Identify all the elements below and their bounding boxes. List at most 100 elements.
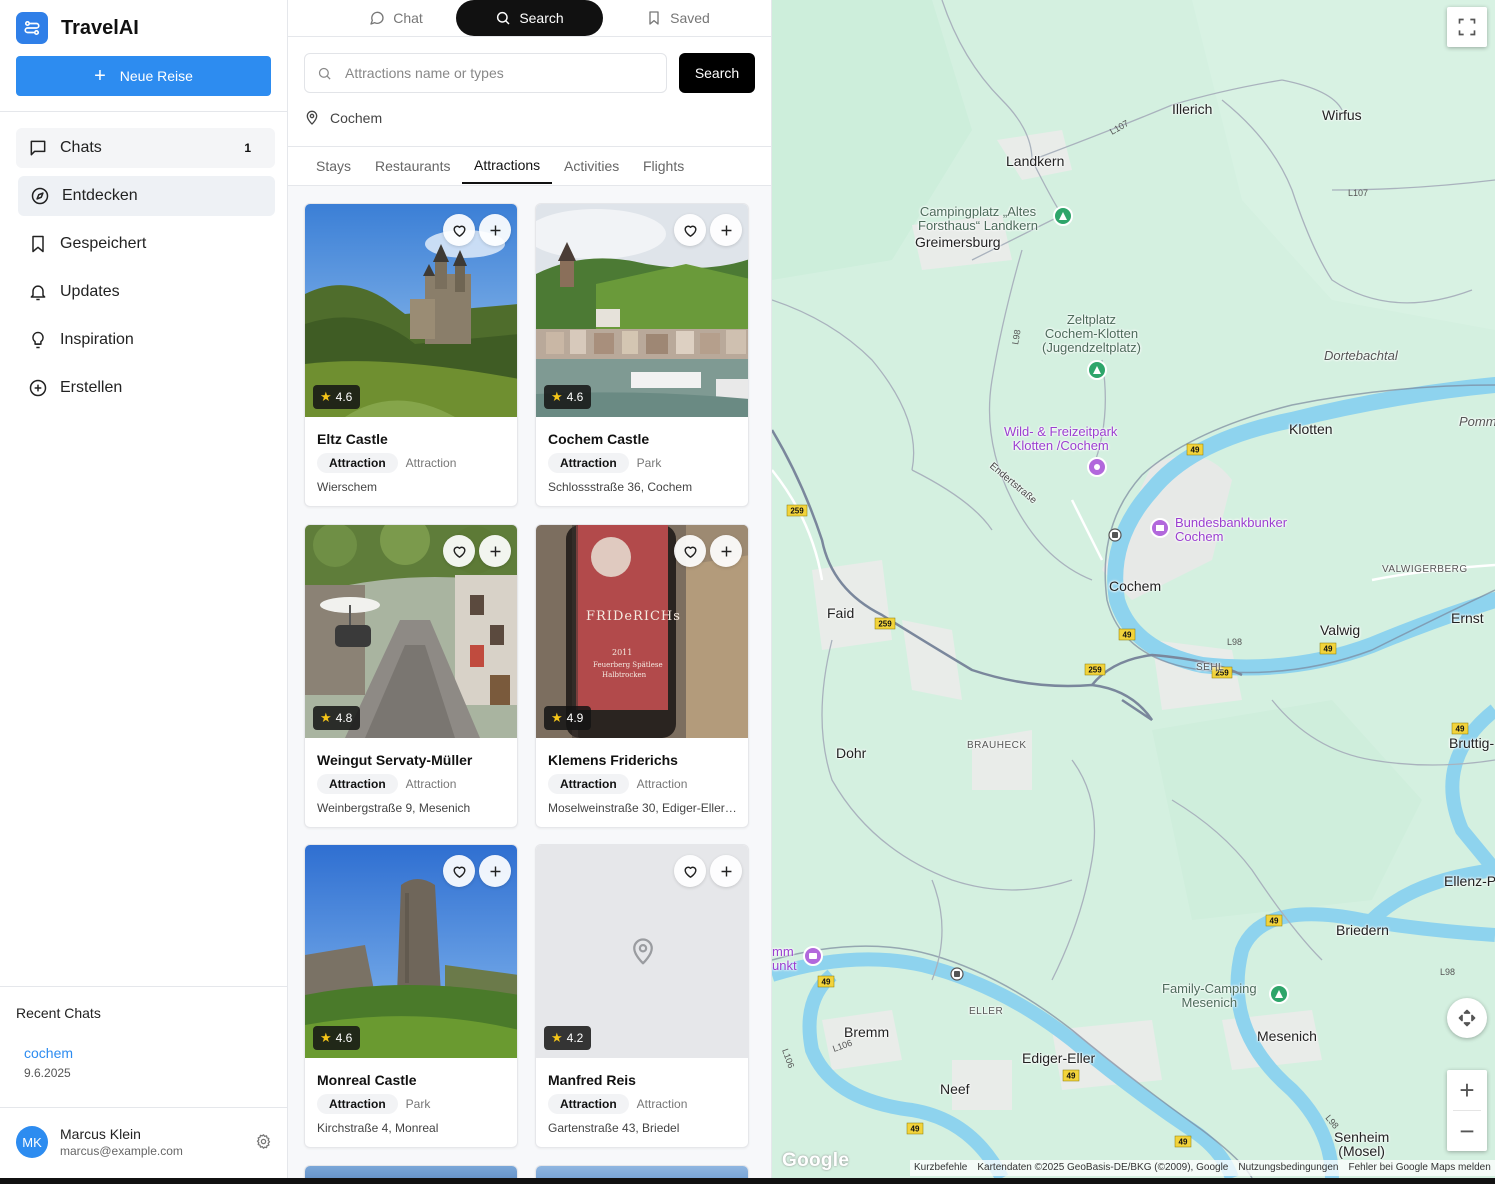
sidebar: TravelAI + Neue Reise Chats 1 Entdecken … bbox=[0, 0, 288, 1178]
attraction-address: Schlossstraße 36, Cochem bbox=[548, 480, 693, 494]
add-to-trip-button[interactable] bbox=[479, 855, 511, 887]
sidebar-item-entdecken[interactable]: Entdecken bbox=[18, 176, 275, 216]
attraction-card[interactable]: ★ 4.8 Weingut Servaty-Müller Attraction A… bbox=[304, 524, 518, 828]
sidebar-item-label: Inspiration bbox=[60, 331, 134, 348]
attraction-address: Kirchstraße 4, Monreal bbox=[317, 1121, 439, 1135]
heart-icon bbox=[683, 546, 697, 558]
plus-circle-icon bbox=[29, 379, 47, 397]
new-trip-label: Neue Reise bbox=[119, 68, 193, 84]
tab-flights[interactable]: Flights bbox=[643, 147, 684, 184]
fullscreen-button[interactable] bbox=[1447, 7, 1487, 47]
search-input[interactable] bbox=[345, 65, 645, 81]
sidebar-item-erstellen[interactable]: Erstellen bbox=[16, 368, 275, 408]
sidebar-item-gespeichert[interactable]: Gespeichert bbox=[16, 224, 275, 264]
map-place-label: Cochem bbox=[1109, 578, 1162, 594]
map[interactable]: 259 259 259 259 49 49 49 49 49 49 49 49 … bbox=[772, 0, 1495, 1178]
gear-icon[interactable] bbox=[255, 1133, 272, 1150]
rating-value: 4.8 bbox=[335, 711, 353, 725]
rating-badge: ★ 4.6 bbox=[544, 385, 592, 409]
zoom-in-button[interactable]: + bbox=[1447, 1070, 1487, 1110]
category-tag: Attraction bbox=[548, 774, 629, 794]
road-label: 49 bbox=[1067, 1072, 1076, 1081]
sidebar-item-inspiration[interactable]: Inspiration bbox=[16, 320, 275, 360]
campsite-marker-icon[interactable] bbox=[1053, 206, 1073, 226]
recent-chat-item[interactable]: cochem 9.6.2025 bbox=[24, 1045, 73, 1080]
keyboard-shortcuts-link[interactable]: Kurzbefehle bbox=[914, 1162, 967, 1174]
attraction-card[interactable]: ★ 4.6 Monreal Castle Attraction Park Kirc… bbox=[304, 844, 518, 1148]
sidebar-item-chats[interactable]: Chats 1 bbox=[16, 128, 275, 168]
tab-stays[interactable]: Stays bbox=[316, 147, 351, 184]
map-place-label: Landkern bbox=[1006, 153, 1065, 169]
transit-marker-icon[interactable] bbox=[950, 967, 964, 981]
search-panel: Chat Search Saved Search Cochem Stays Re… bbox=[288, 0, 772, 1178]
viewpoint-marker-icon[interactable] bbox=[803, 946, 823, 966]
sidebar-item-updates[interactable]: Updates bbox=[16, 272, 275, 312]
location-filter[interactable]: Cochem bbox=[304, 110, 382, 126]
map-place-label: Faid bbox=[827, 605, 855, 621]
add-to-trip-button[interactable] bbox=[710, 535, 742, 567]
sidebar-item-label: Gespeichert bbox=[60, 235, 147, 252]
map-place-label: Dortebachtal bbox=[1324, 348, 1398, 363]
search-button[interactable]: Search bbox=[679, 53, 755, 93]
bell-icon bbox=[30, 285, 46, 301]
divider bbox=[0, 1107, 287, 1108]
favorite-button[interactable] bbox=[674, 855, 706, 887]
road-label: L107 bbox=[1348, 188, 1368, 198]
map-poi-label: mm unkt bbox=[772, 944, 797, 973]
add-to-trip-button[interactable] bbox=[479, 535, 511, 567]
user-profile[interactable]: MK Marcus Klein marcus@example.com bbox=[16, 1125, 276, 1159]
transit-marker-icon[interactable] bbox=[1108, 528, 1122, 542]
recent-chat-name[interactable]: cochem bbox=[24, 1045, 73, 1061]
attraction-tags: Attraction Park bbox=[548, 453, 661, 473]
favorite-button[interactable] bbox=[443, 214, 475, 246]
tab-attractions[interactable]: Attractions bbox=[462, 147, 553, 184]
new-trip-button[interactable]: + Neue Reise bbox=[16, 56, 271, 96]
tab-chat[interactable]: Chat bbox=[336, 0, 456, 36]
tab-saved[interactable]: Saved bbox=[618, 0, 738, 36]
attraction-card[interactable]: ★ 4.6 Eltz Castle Attraction Attraction W… bbox=[304, 203, 518, 507]
type-tag: Park bbox=[636, 456, 662, 470]
attraction-address: Weinbergstraße 9, Mesenich bbox=[317, 801, 471, 815]
add-to-trip-button[interactable] bbox=[710, 855, 742, 887]
favorite-button[interactable] bbox=[674, 214, 706, 246]
road-label: L98 bbox=[1227, 637, 1242, 647]
attraction-card[interactable]: ★ 4.2 Manfred Reis Attraction Attraction … bbox=[535, 844, 749, 1148]
attraction-name: Eltz Castle bbox=[317, 431, 388, 447]
brand[interactable]: TravelAI bbox=[16, 12, 139, 44]
attraction-name: Klemens Friderichs bbox=[548, 752, 678, 768]
attraction-card[interactable] bbox=[535, 1165, 749, 1178]
camera-control-button[interactable] bbox=[1447, 998, 1487, 1038]
campsite-marker-icon[interactable] bbox=[1269, 984, 1289, 1004]
type-tag: Attraction bbox=[405, 777, 457, 791]
fullscreen-icon bbox=[1458, 18, 1476, 36]
map-poi-label: Zeltplatz Cochem-Klotten (Jugendzeltplat… bbox=[1042, 312, 1141, 355]
report-error-link[interactable]: Fehler bei Google Maps melden bbox=[1348, 1162, 1490, 1174]
wine-label-line1: Feuerberg Spätlese bbox=[593, 661, 663, 669]
terms-link[interactable]: Nutzungsbedingungen bbox=[1238, 1162, 1338, 1174]
favorite-button[interactable] bbox=[674, 535, 706, 567]
campsite-marker-icon[interactable] bbox=[1087, 360, 1107, 380]
museum-marker-icon[interactable] bbox=[1150, 518, 1170, 538]
rating-badge: ★ 4.6 bbox=[313, 385, 361, 409]
plus-icon bbox=[490, 225, 500, 235]
attraction-card[interactable]: ★ 4.6 Cochem Castle Attraction Park Schlo… bbox=[535, 203, 749, 507]
map-area-label: SEHL bbox=[1196, 662, 1225, 673]
road-label: 49 bbox=[1191, 446, 1200, 455]
tab-activities[interactable]: Activities bbox=[564, 147, 619, 184]
attraction-name: Weingut Servaty-Müller bbox=[317, 752, 473, 768]
tab-label: Search bbox=[519, 10, 564, 26]
attraction-marker-icon[interactable] bbox=[1087, 457, 1107, 477]
star-icon: ★ bbox=[320, 710, 332, 725]
add-to-trip-button[interactable] bbox=[710, 214, 742, 246]
zoom-out-button[interactable]: − bbox=[1447, 1111, 1487, 1151]
favorite-button[interactable] bbox=[443, 535, 475, 567]
tab-restaurants[interactable]: Restaurants bbox=[375, 147, 450, 184]
category-tabs: Stays Restaurants Attractions Activities… bbox=[288, 146, 771, 186]
plus-icon: + bbox=[94, 65, 106, 87]
attraction-card[interactable] bbox=[304, 1165, 518, 1178]
favorite-button[interactable] bbox=[443, 855, 475, 887]
add-to-trip-button[interactable] bbox=[479, 214, 511, 246]
tab-search[interactable]: Search bbox=[456, 0, 603, 36]
attraction-card[interactable]: FRIDeRICHs 2011 Feuerberg Spätlese Halbt… bbox=[535, 524, 749, 828]
mode-tabs: Chat Search Saved bbox=[288, 0, 771, 37]
